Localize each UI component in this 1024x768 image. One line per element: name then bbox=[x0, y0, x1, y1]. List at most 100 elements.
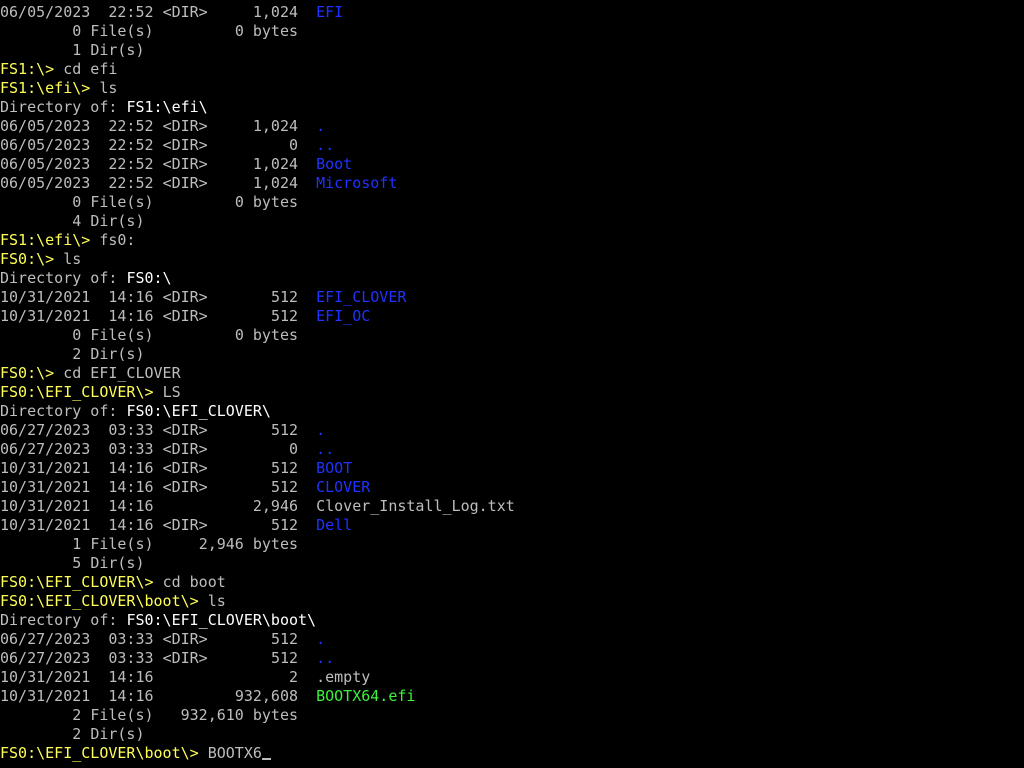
listing-summary: 2 Dir(s) bbox=[0, 345, 1024, 364]
summary-count: 2 bbox=[72, 706, 82, 724]
listing-summary: 0 File(s) 0 bytes bbox=[0, 193, 1024, 212]
entry-time: 14:16 bbox=[108, 478, 154, 496]
summary-label: File(s) bbox=[90, 326, 154, 344]
entry-time: 03:33 bbox=[108, 630, 154, 648]
entry-time: 14:16 bbox=[108, 668, 154, 686]
command-line: FS0:\EFI_CLOVER\> cd boot bbox=[0, 573, 1024, 592]
directory-of-label: Directory of: bbox=[0, 98, 118, 116]
command-line: FS1:\efi\> fs0: bbox=[0, 231, 1024, 250]
entry-size: 1,024 bbox=[252, 174, 299, 192]
entry-date: 06/27/2023 bbox=[0, 649, 91, 667]
entry-dir-flag: <DIR> bbox=[162, 174, 208, 192]
entry-date: 06/27/2023 bbox=[0, 421, 91, 439]
listing-summary: 2 File(s) 932,610 bytes bbox=[0, 706, 1024, 725]
entry-name: Clover_Install_Log.txt bbox=[316, 497, 515, 515]
summary-label: Dir(s) bbox=[90, 725, 145, 743]
text-cursor bbox=[261, 758, 271, 760]
command-line: FS0:\EFI_CLOVER\> LS bbox=[0, 383, 1024, 402]
listing-row: 06/27/2023 03:33 <DIR> 512 . bbox=[0, 630, 1024, 649]
entry-time: 22:52 bbox=[108, 117, 154, 135]
summary-count: 1 bbox=[72, 535, 82, 553]
entry-name: . bbox=[316, 421, 326, 439]
entry-dir-flag: <DIR> bbox=[162, 155, 208, 173]
entry-dir-flag: <DIR> bbox=[162, 440, 208, 458]
entry-date: 10/31/2021 bbox=[0, 516, 91, 534]
entry-date: 10/31/2021 bbox=[0, 497, 91, 515]
listing-summary: 1 Dir(s) bbox=[0, 41, 1024, 60]
summary-label: Dir(s) bbox=[90, 41, 145, 59]
summary-label: Dir(s) bbox=[90, 345, 145, 363]
listing-row: 06/05/2023 22:52 <DIR> 1,024 EFI bbox=[0, 3, 1024, 22]
shell-prompt: FS0:\EFI_CLOVER\> bbox=[0, 383, 154, 401]
entry-size: 1,024 bbox=[252, 117, 299, 135]
entry-name: EFI bbox=[316, 3, 344, 21]
summary-size: 2,946 bbox=[198, 535, 244, 553]
entry-size: 512 bbox=[270, 288, 299, 306]
listing-row: 06/27/2023 03:33 <DIR> 512 .. bbox=[0, 649, 1024, 668]
shell-prompt: FS1:\efi\> bbox=[0, 231, 91, 249]
entry-size: 512 bbox=[270, 307, 299, 325]
entry-dir-flag: <DIR> bbox=[162, 288, 208, 306]
shell-prompt: FS1:\> bbox=[0, 60, 55, 78]
command-text: LS bbox=[162, 383, 181, 401]
entry-date: 10/31/2021 bbox=[0, 687, 91, 705]
listing-row: 06/05/2023 22:52 <DIR> 1,024 Boot bbox=[0, 155, 1024, 174]
entry-time: 14:16 bbox=[108, 307, 154, 325]
entry-size: 2,946 bbox=[252, 497, 299, 515]
command-text: ls bbox=[63, 250, 82, 268]
listing-row: 10/31/2021 14:16 2 .empty bbox=[0, 668, 1024, 687]
entry-name: BOOTX64.efi bbox=[316, 687, 416, 705]
uefi-shell-terminal[interactable]: 06/05/2023 22:52 <DIR> 1,024 EFI 0 File(… bbox=[0, 3, 1024, 768]
entry-date: 06/05/2023 bbox=[0, 174, 91, 192]
shell-prompt: FS0:\EFI_CLOVER\> bbox=[0, 573, 154, 591]
entry-time: 03:33 bbox=[108, 440, 154, 458]
command-text: cd efi bbox=[63, 60, 118, 78]
entry-size: 0 bbox=[289, 440, 299, 458]
listing-row: 10/31/2021 14:16 <DIR> 512 Dell bbox=[0, 516, 1024, 535]
entry-date: 06/05/2023 bbox=[0, 136, 91, 154]
directory-header: Directory of: FS0:\EFI_CLOVER\ bbox=[0, 402, 1024, 421]
listing-row: 06/05/2023 22:52 <DIR> 0 .. bbox=[0, 136, 1024, 155]
directory-path: FS1:\efi\ bbox=[126, 98, 208, 116]
command-text: cd EFI_CLOVER bbox=[63, 364, 181, 382]
summary-size: 932,610 bbox=[180, 706, 244, 724]
directory-path: FS0:\EFI_CLOVER\ bbox=[126, 402, 271, 420]
listing-row: 10/31/2021 14:16 2,946 Clover_Install_Lo… bbox=[0, 497, 1024, 516]
summary-count: 0 bbox=[72, 193, 82, 211]
command-line-input[interactable]: FS0:\EFI_CLOVER\boot\> BOOTX6 bbox=[0, 744, 1024, 763]
entry-size: 512 bbox=[270, 516, 299, 534]
entry-date: 10/31/2021 bbox=[0, 288, 91, 306]
typed-command[interactable]: BOOTX6 bbox=[208, 744, 262, 762]
entry-time: 14:16 bbox=[108, 459, 154, 477]
summary-unit: bytes bbox=[252, 22, 299, 40]
command-text: ls bbox=[99, 79, 118, 97]
directory-path: FS0:\ bbox=[126, 269, 172, 287]
entry-size: 0 bbox=[289, 136, 299, 154]
entry-date: 10/31/2021 bbox=[0, 307, 91, 325]
summary-unit: bytes bbox=[252, 706, 299, 724]
entry-size: 512 bbox=[270, 630, 299, 648]
command-line: FS1:\efi\> ls bbox=[0, 79, 1024, 98]
entry-time: 22:52 bbox=[108, 3, 154, 21]
summary-label: File(s) bbox=[90, 193, 154, 211]
command-text: fs0: bbox=[99, 231, 136, 249]
listing-summary: 0 File(s) 0 bytes bbox=[0, 22, 1024, 41]
entry-date: 06/27/2023 bbox=[0, 630, 91, 648]
entry-size: 2 bbox=[289, 668, 299, 686]
shell-prompt: FS0:\> bbox=[0, 250, 55, 268]
summary-count: 1 bbox=[72, 41, 82, 59]
directory-path: FS0:\EFI_CLOVER\boot\ bbox=[126, 611, 317, 629]
listing-row: 06/27/2023 03:33 <DIR> 512 . bbox=[0, 421, 1024, 440]
listing-row: 06/27/2023 03:33 <DIR> 0 .. bbox=[0, 440, 1024, 459]
directory-header: Directory of: FS1:\efi\ bbox=[0, 98, 1024, 117]
summary-unit: bytes bbox=[252, 535, 299, 553]
command-line: FS0:\> ls bbox=[0, 250, 1024, 269]
summary-unit: bytes bbox=[252, 193, 299, 211]
listing-row: 10/31/2021 14:16 932,608 BOOTX64.efi bbox=[0, 687, 1024, 706]
entry-date: 06/05/2023 bbox=[0, 3, 91, 21]
command-text: cd boot bbox=[162, 573, 226, 591]
summary-unit: bytes bbox=[252, 326, 299, 344]
directory-of-label: Directory of: bbox=[0, 269, 118, 287]
entry-time: 14:16 bbox=[108, 288, 154, 306]
command-line: FS0:\> cd EFI_CLOVER bbox=[0, 364, 1024, 383]
